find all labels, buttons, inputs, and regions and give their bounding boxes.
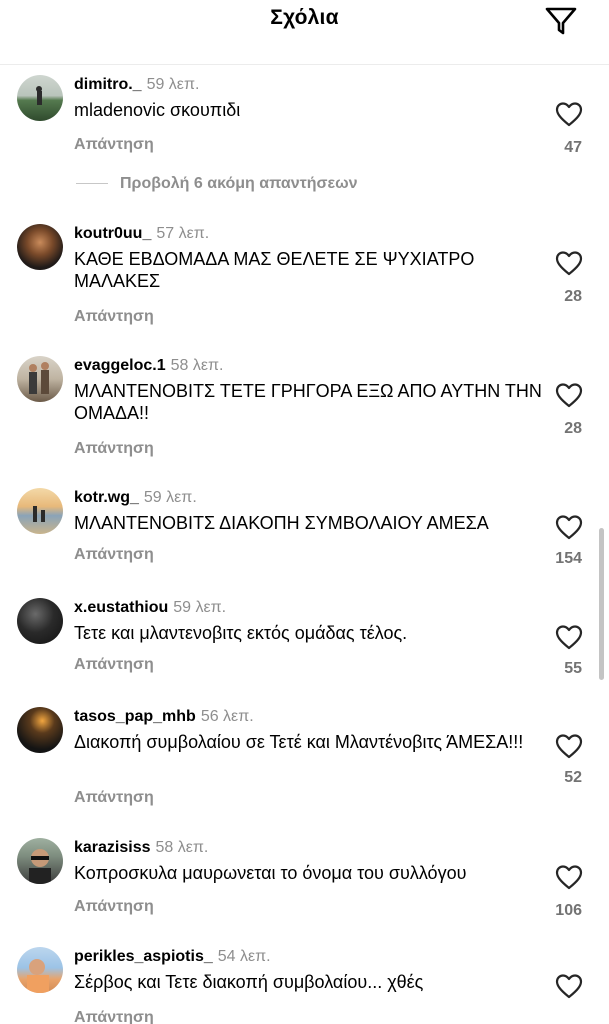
- username[interactable]: perikles_aspiotis_: [74, 948, 213, 965]
- comment-text: Διακοπή συμβολαίου σε Τετέ και Μλαντένοβ…: [74, 732, 524, 752]
- comments-list[interactable]: dimitro._ 59 λεπ. mladenovic σκουπιδι Απά…: [0, 64, 609, 1024]
- like-count: 28: [564, 420, 582, 437]
- comment-text: Σέρβος και Τετε διακοπή συμβολαίου... χθ…: [74, 972, 424, 992]
- heart-icon[interactable]: [555, 514, 583, 540]
- heart-icon[interactable]: [555, 101, 583, 127]
- heart-icon[interactable]: [555, 250, 583, 276]
- divider: [76, 183, 108, 185]
- comment-meta: perikles_aspiotis_ 54 λεπ.: [74, 947, 271, 967]
- timestamp: 54 λεπ.: [217, 948, 271, 965]
- avatar[interactable]: [17, 598, 63, 644]
- timestamp: 58 λεπ.: [170, 357, 224, 374]
- comment-meta: dimitro._ 59 λεπ.: [74, 75, 199, 95]
- like-count: 52: [564, 769, 582, 786]
- heart-icon[interactable]: [555, 973, 583, 999]
- reply-button[interactable]: Απάντηση: [74, 308, 154, 326]
- like-count: 154: [555, 550, 582, 567]
- username[interactable]: evaggeloc.1: [74, 357, 166, 374]
- heart-icon[interactable]: [555, 382, 583, 408]
- avatar[interactable]: [17, 75, 63, 121]
- timestamp: 56 λεπ.: [200, 708, 254, 725]
- scrollbar[interactable]: [599, 528, 604, 680]
- like-count: 28: [564, 288, 582, 305]
- reply-button[interactable]: Απάντηση: [74, 898, 154, 916]
- page-title: Σχόλια: [270, 6, 339, 29]
- reply-button[interactable]: Απάντηση: [74, 136, 154, 154]
- username[interactable]: kotr.wg_: [74, 489, 139, 506]
- like-count: 47: [564, 139, 582, 156]
- comment-text: Κοπροσκυλα μαυρωνεται το όνομα του συλλό…: [74, 863, 467, 883]
- like-count: 106: [555, 902, 582, 919]
- username[interactable]: x.eustathiou: [74, 599, 168, 616]
- timestamp: 59 λεπ.: [146, 76, 200, 93]
- heart-icon[interactable]: [555, 624, 583, 650]
- comment-text: ΚΑΘΕ ΕΒΔΟΜΑΔΑ ΜΑΣ ΘΕΛΕΤΕ ΣΕ ΨΥΧΙΑΤΡΟ ΜΑΛ…: [74, 249, 475, 291]
- reply-button[interactable]: Απάντηση: [74, 656, 154, 674]
- username[interactable]: dimitro._: [74, 76, 142, 93]
- comment-text: mladenovic σκουπιδι: [74, 100, 241, 120]
- avatar[interactable]: [17, 224, 63, 270]
- reply-button[interactable]: Απάντηση: [74, 440, 154, 458]
- timestamp: 58 λεπ.: [155, 839, 209, 856]
- comment-meta: karazisiss 58 λεπ.: [74, 838, 208, 858]
- timestamp: 59 λεπ.: [173, 599, 227, 616]
- comment-meta: koutr0uu_ 57 λεπ.: [74, 224, 209, 244]
- avatar[interactable]: [17, 488, 63, 534]
- header: Σχόλια: [0, 0, 609, 65]
- avatar[interactable]: [17, 838, 63, 884]
- like-count: 55: [564, 660, 582, 677]
- view-more-label: Προβολή 6 ακόμη απαντήσεων: [120, 175, 358, 192]
- reply-button[interactable]: Απάντηση: [74, 546, 154, 564]
- comment-meta: kotr.wg_ 59 λεπ.: [74, 488, 197, 508]
- comment-meta: tasos_pap_mhb 56 λεπ.: [74, 707, 254, 727]
- heart-icon[interactable]: [555, 733, 583, 759]
- view-more-replies[interactable]: Προβολή 6 ακόμη απαντήσεων: [76, 175, 357, 193]
- comment-text: ΜΛΑΝΤΕΝΟΒΙΤΣ ΤΕΤΕ ΓΡΗΓΟΡΑ ΕΞΩ ΑΠΟ ΑΥΤΗΝ …: [74, 381, 542, 423]
- filter-icon[interactable]: [544, 6, 578, 36]
- comment-meta: evaggeloc.1 58 λεπ.: [74, 356, 223, 376]
- username[interactable]: koutr0uu_: [74, 225, 151, 242]
- comment-meta: x.eustathiou 59 λεπ.: [74, 598, 226, 618]
- reply-button[interactable]: Απάντηση: [74, 1009, 154, 1024]
- comment-text: Τετε και μλαντενοβιτς εκτός ομάδας τέλος…: [74, 623, 408, 643]
- timestamp: 59 λεπ.: [143, 489, 197, 506]
- avatar[interactable]: [17, 356, 63, 402]
- username[interactable]: tasos_pap_mhb: [74, 708, 196, 725]
- timestamp: 57 λεπ.: [156, 225, 210, 242]
- heart-icon[interactable]: [555, 864, 583, 890]
- avatar[interactable]: [17, 707, 63, 753]
- comment-text: ΜΛΑΝΤΕΝΟΒΙΤΣ ΔΙΑΚΟΠΗ ΣΥΜΒΟΛΑΙΟΥ ΑΜΕΣΑ: [74, 513, 489, 533]
- avatar[interactable]: [17, 947, 63, 993]
- reply-button[interactable]: Απάντηση: [74, 789, 154, 807]
- username[interactable]: karazisiss: [74, 839, 151, 856]
